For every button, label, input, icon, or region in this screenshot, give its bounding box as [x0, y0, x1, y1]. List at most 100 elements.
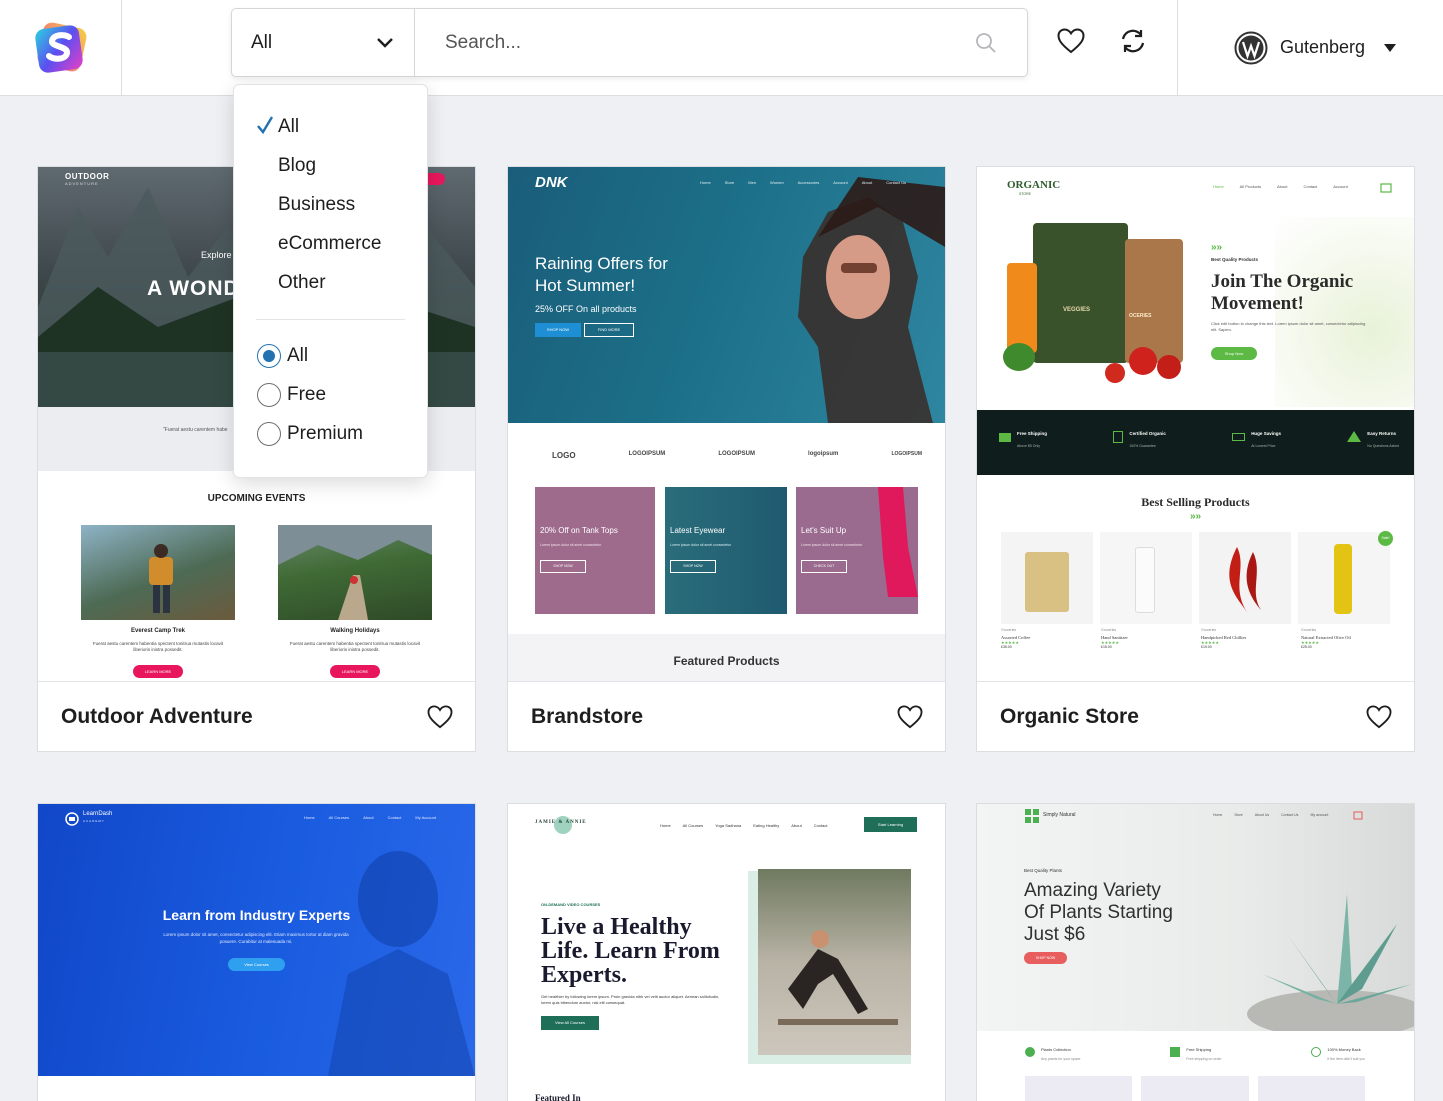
below-hero [38, 1076, 475, 1101]
template-card[interactable]: JAMIE & ANNIE Home All Courses Yoga Sadh… [507, 803, 946, 1101]
product-price: £19.00 [1201, 645, 1212, 649]
preview-nav-item: Home [660, 823, 671, 828]
category-option-other[interactable]: Other [234, 263, 427, 302]
product-thumb [1141, 1076, 1249, 1101]
sync-button[interactable] [1118, 26, 1148, 56]
preview-nav-item: All Products [1239, 184, 1262, 189]
succulent-image [1247, 894, 1414, 1031]
preview-hero-title: Amazing Variety [1024, 880, 1161, 901]
preview-hero-title: Experts. [541, 962, 627, 988]
search-input[interactable] [445, 31, 975, 54]
starter-templates-logo[interactable] [32, 19, 90, 77]
preview-hero-title: Just $6 [1024, 924, 1086, 945]
coffee-pack-image [1025, 552, 1069, 612]
preview-hero-button: View Courses [228, 958, 285, 971]
preview-tile-button: SHOP NOW [670, 560, 716, 573]
category-option-business[interactable]: Business [234, 185, 427, 224]
heart-icon [1366, 704, 1392, 728]
template-preview-organic[interactable]: ORGANIC STORE Home All Products About Co… [977, 167, 1414, 681]
template-title[interactable]: Organic Store [1000, 705, 1139, 729]
category-select[interactable]: All [232, 9, 415, 76]
category-option-ecommerce[interactable]: eCommerce [234, 224, 427, 263]
category-option-label: Blog [278, 154, 317, 176]
feature-text: No Questions Asked [1367, 444, 1399, 448]
cart-icon [1380, 183, 1392, 193]
radio-unselected[interactable] [257, 421, 281, 446]
preview-nav-item: About [791, 823, 802, 828]
template-card[interactable]: LearnDash ACADEMY Home All Courses About… [37, 803, 476, 1101]
preview-product: Groceries Hand Sanitizer ★★★★★ £15.00 [1101, 628, 1193, 649]
oil-bottle-image [1334, 544, 1352, 614]
preview-logo: LOGOIPSUM [718, 451, 755, 457]
preview-hero-button: Shop Now [1211, 347, 1257, 360]
wordpress-icon [1234, 31, 1268, 64]
preview-nav-item: About [861, 180, 873, 185]
preview-brand: LearnDash [83, 811, 113, 817]
heart-icon [427, 704, 453, 728]
pricing-option-label: Free [287, 383, 327, 405]
preview-hero-text: Click edit button to change this text. L… [1211, 321, 1366, 332]
template-preview-learndash[interactable]: LearnDash ACADEMY Home All Courses About… [38, 804, 475, 1101]
feature-text: 100% Guarantee [1129, 444, 1156, 448]
template-card[interactable]: DNK Home Store Men Women Accessories Acc… [507, 166, 946, 752]
preview-nav-item: Contact [387, 815, 402, 820]
preview-nav-item: My account [1310, 813, 1329, 817]
preview-hero-title: Hot Summer! [535, 276, 636, 295]
feature-title: Plants Collection [1041, 1047, 1071, 1052]
pricing-option-all[interactable]: All [234, 336, 427, 375]
preview-kicker: ON-DEMAND VIDEO COURSES [541, 902, 601, 907]
preview-nav-item: Store [1234, 813, 1243, 817]
preview-tile-button: CHECK OUT [801, 560, 847, 573]
search-icon[interactable] [975, 32, 997, 54]
category-option-all[interactable]: All [234, 107, 427, 146]
radio-unselected[interactable] [257, 382, 281, 407]
pricing-option-free[interactable]: Free [234, 375, 427, 414]
preview-tile-text: Lorem ipsum dolor sit amet consectetur [670, 543, 732, 547]
top-bar: All Gutenberg [0, 0, 1443, 96]
boot-image [878, 487, 918, 597]
preview-tile-button: SHOP NOW [540, 560, 586, 573]
preview-logo: LOGOIPSUM [628, 451, 666, 457]
category-option-label: Other [278, 271, 326, 293]
favorite-button[interactable] [427, 704, 453, 730]
template-title[interactable]: Outdoor Adventure [61, 705, 253, 729]
favorite-button[interactable] [897, 704, 923, 730]
hiker-image [149, 544, 173, 613]
vegetables-image [1003, 343, 1181, 383]
product-thumb [1258, 1076, 1365, 1101]
preview-nav: Home All Courses About Contact My Accoun… [304, 815, 436, 820]
template-title[interactable]: Brandstore [531, 705, 643, 729]
feature-text: Free shipping on order [1186, 1057, 1222, 1061]
preview-tile-text: Lorem ipsum dolor sit amet consectetur [540, 543, 602, 547]
preview-quote: "Fuerat aestu carentem habe [163, 427, 228, 433]
chevrons-icon: »» [1189, 511, 1202, 522]
page-builder-select[interactable]: Gutenberg [1177, 0, 1443, 95]
preview-nav-button: Start Learning [864, 817, 917, 832]
preview-shop-button: SHOP NOW [535, 323, 581, 337]
category-option-blog[interactable]: Blog [234, 146, 427, 185]
preview-brand: OUTDOOR [65, 172, 110, 181]
preview-product: Groceries Handpicked Red Chillies ★★★★★ £19… [1201, 628, 1293, 649]
template-preview-yoga[interactable]: JAMIE & ANNIE Home All Courses Yoga Sadh… [508, 804, 945, 1101]
template-card[interactable]: Simply Natural Home Store About Us Conta… [976, 803, 1415, 1101]
logo-cell [0, 0, 122, 95]
preview-kicker: Best Quality Products [1211, 257, 1259, 262]
radio-selected[interactable] [257, 343, 281, 368]
preview-hero-text: Lorem ipsum dolor sit amet, consectetur … [163, 932, 349, 944]
preview-tile-text: Lorem ipsum dolor sit amet consectetur [801, 543, 863, 547]
preview-nav-item: All Courses [328, 815, 350, 820]
template-preview-plants[interactable]: Simply Natural Home Store About Us Conta… [977, 804, 1414, 1101]
preview-feature: Free Shipping Above $5 Only [999, 431, 1047, 448]
event-button: LEARN MORE [133, 665, 183, 678]
feature-title: Huge Savings [1251, 431, 1281, 436]
preview-hero-sub: 25% OFF On all products [535, 304, 637, 314]
card-footer: Outdoor Adventure [38, 681, 475, 751]
template-card[interactable]: ORGANIC STORE Home All Products About Co… [976, 166, 1415, 752]
favorites-button[interactable] [1056, 26, 1086, 56]
preview-brand: ORGANIC [1007, 179, 1061, 191]
favorite-button[interactable] [1366, 704, 1392, 730]
template-preview-brandstore[interactable]: DNK Home Store Men Women Accessories Acc… [508, 167, 945, 681]
pricing-option-premium[interactable]: Premium [234, 414, 427, 453]
preview-events-heading: UPCOMING EVENTS [207, 493, 306, 504]
checkmark-icon [257, 116, 274, 135]
